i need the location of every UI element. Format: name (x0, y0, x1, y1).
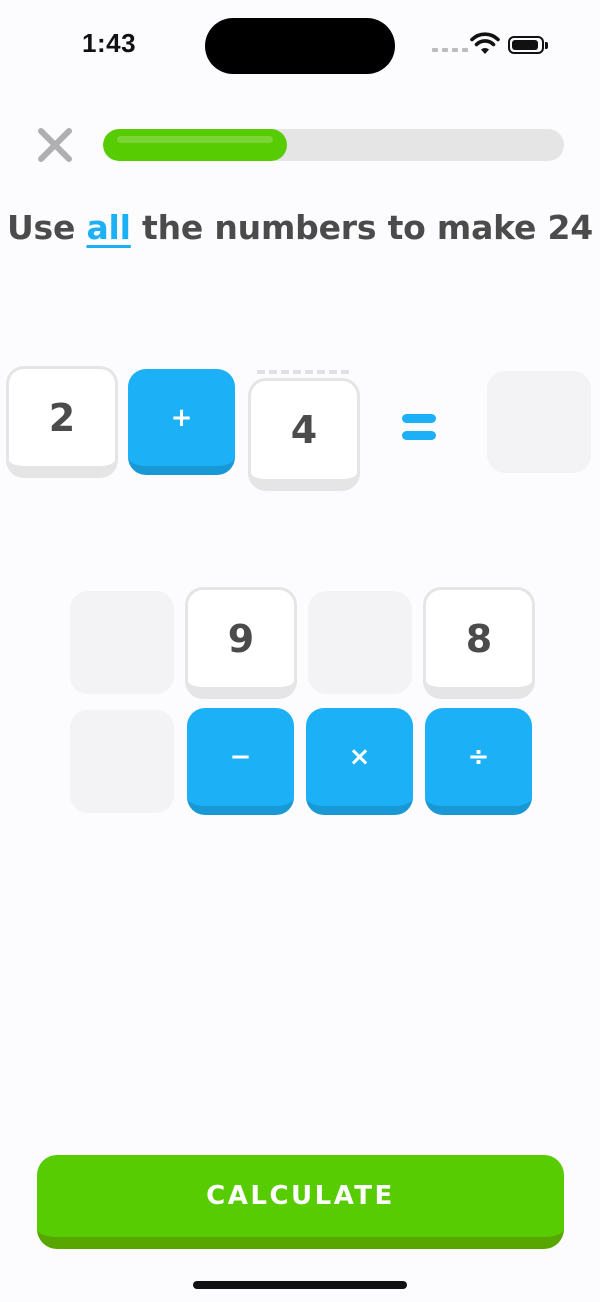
minus-operator-tile[interactable]: − (187, 708, 294, 815)
equals-icon (402, 414, 436, 448)
result-slot (487, 371, 591, 473)
progress-highlight (117, 136, 273, 143)
multiply-operator-tile[interactable]: × (306, 708, 413, 815)
progress-fill (103, 129, 287, 161)
instruction-suffix: the numbers to make 24 (130, 208, 594, 247)
cellular-signal-icon (432, 48, 468, 52)
calculate-button[interactable]: CALCULATE (37, 1155, 564, 1249)
number-tile-8[interactable]: 8 (423, 587, 535, 699)
tile-slot-empty (70, 710, 174, 813)
instruction-text: Use all the numbers to make 24 (0, 208, 600, 247)
tile-slot-empty (70, 591, 174, 694)
instruction-prefix: Use (6, 208, 87, 247)
wifi-icon (470, 32, 500, 54)
equation-number-tile-right[interactable]: 4 (248, 378, 360, 491)
tile-slot-empty (308, 591, 412, 694)
status-time: 1:43 (82, 28, 137, 58)
progress-bar (103, 129, 564, 161)
home-indicator (193, 1281, 407, 1289)
equation-operator-tile[interactable]: + (128, 369, 235, 475)
divide-operator-tile[interactable]: ÷ (425, 708, 532, 815)
tile-stack-indicator (257, 370, 349, 376)
dynamic-island (205, 18, 395, 74)
equation-number-tile-left[interactable]: 2 (6, 366, 118, 478)
number-tile-9[interactable]: 9 (185, 587, 297, 699)
close-icon[interactable] (36, 126, 74, 164)
battery-icon (508, 36, 548, 54)
instruction-highlight: all (86, 208, 131, 247)
